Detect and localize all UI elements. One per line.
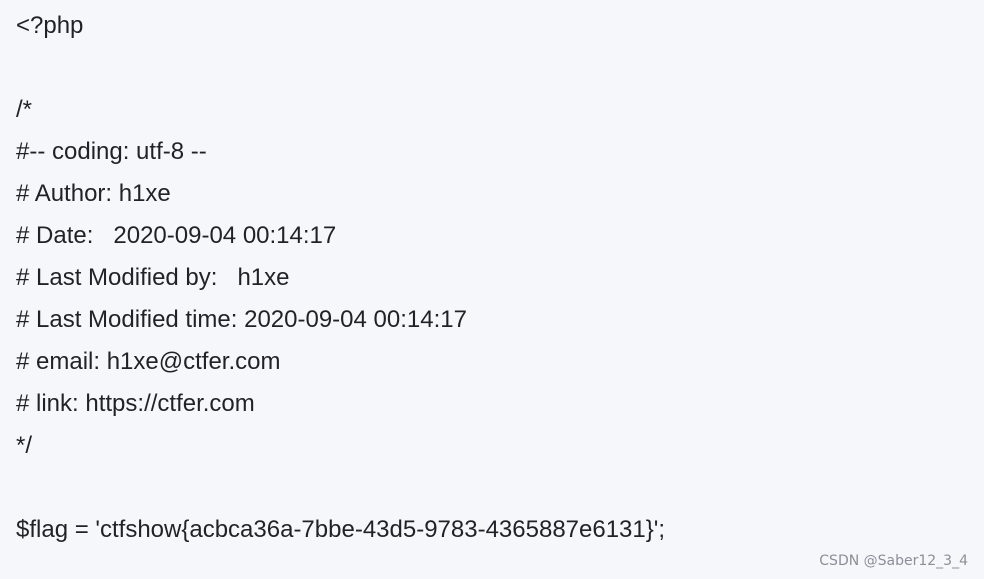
code-line-5: # Author: h1xe — [16, 180, 171, 207]
code-block: <?php /* #-- coding: utf-8 -- # Author: … — [0, 0, 984, 579]
code-line-4: #-- coding: utf-8 -- — [16, 138, 207, 165]
code-line-1: <?php — [16, 12, 84, 39]
code-line-7: # Last Modified by: h1xe — [16, 264, 290, 291]
code-line-9: # email: h1xe@ctfer.com — [16, 348, 281, 375]
code-line-11: */ — [16, 432, 33, 459]
code-line-6: # Date: 2020-09-04 00:14:17 — [16, 222, 337, 249]
code-line-8: # Last Modified time: 2020-09-04 00:14:1… — [16, 306, 467, 333]
csdn-watermark: CSDN @Saber12_3_4 — [819, 553, 968, 569]
code-line-10: # link: https://ctfer.com — [16, 390, 255, 417]
code-line-3: /* — [16, 96, 33, 123]
code-line-13: $flag = 'ctfshow{acbca36a-7bbe-43d5-9783… — [16, 516, 666, 543]
